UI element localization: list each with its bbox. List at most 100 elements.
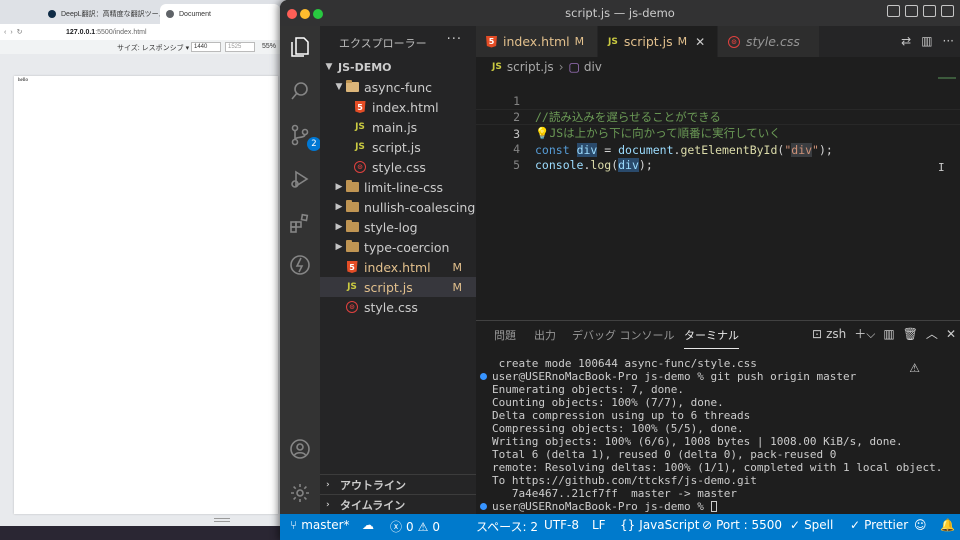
more-actions-icon[interactable]: ··· bbox=[943, 34, 954, 48]
live-server-status[interactable]: ⊘ Port : 5500 bbox=[702, 518, 782, 532]
workspace-root-label: JS-DEMO bbox=[338, 60, 392, 74]
warning-icon: ⚠ bbox=[417, 519, 429, 534]
terminal-cursor bbox=[710, 501, 717, 512]
command-decoration-icon[interactable] bbox=[480, 503, 487, 510]
trash-icon[interactable]: 🗑 bbox=[903, 327, 918, 341]
explorer-icon[interactable] bbox=[287, 34, 313, 60]
chevron-down-icon: ▼ bbox=[325, 62, 333, 72]
browser-tab-document[interactable]: Document bbox=[160, 4, 280, 24]
chevron-right-icon: ▶ bbox=[335, 242, 343, 252]
code-line: 1 //読み込みを遅らせることができる bbox=[476, 77, 960, 124]
code-line: 5 bbox=[476, 141, 960, 172]
resize-handle[interactable] bbox=[214, 518, 230, 522]
url-host: 127.0.0.1 bbox=[66, 28, 96, 36]
encoding-status[interactable]: UTF-8 bbox=[544, 518, 579, 532]
split-editor-icon[interactable]: ▥ bbox=[921, 34, 932, 48]
responsive-size-select[interactable]: サイズ: レスポンシブ ▾ bbox=[117, 43, 189, 53]
tree-item-folder[interactable]: ▶ style-log bbox=[320, 217, 476, 237]
new-terminal-icon[interactable]: ＋⌵ bbox=[854, 325, 875, 342]
extensions-icon[interactable] bbox=[287, 210, 313, 236]
account-icon[interactable] bbox=[287, 436, 313, 462]
source-control-icon[interactable]: 2 bbox=[287, 122, 321, 151]
branch-status[interactable]: ⑂ master* bbox=[290, 518, 350, 532]
command-decoration-icon[interactable] bbox=[480, 373, 487, 380]
modified-badge: M bbox=[677, 35, 688, 48]
timeline-section[interactable]: › タイムライン bbox=[320, 494, 476, 514]
tree-item-folder[interactable]: ▶ limit-line-css bbox=[320, 177, 476, 197]
toggle-sidebar-icon[interactable] bbox=[887, 5, 900, 17]
manage-gear-icon[interactable] bbox=[287, 480, 313, 506]
terminal-icon: ⊡ bbox=[812, 326, 823, 341]
browser-tab-deepl[interactable]: DeepL翻訳：高精度な翻訳ツール bbox=[42, 4, 160, 24]
url-field[interactable]: 127.0.0.1:5500/index.html bbox=[66, 26, 286, 38]
title-bar: script.js — js-demo bbox=[280, 0, 960, 26]
tree-item-file[interactable]: 5 index.html M bbox=[320, 257, 476, 277]
tree-item-file[interactable]: 5 index.html bbox=[320, 97, 476, 117]
terminal-line: create mode 100644 async-func/style.css bbox=[492, 357, 757, 370]
terminal-shell-selector[interactable]: ⊡ zsh bbox=[812, 327, 846, 341]
tree-item-folder[interactable]: ▶ type-coercion bbox=[320, 237, 476, 257]
search-icon[interactable] bbox=[287, 78, 313, 104]
tab-output[interactable]: 出力 bbox=[534, 327, 556, 348]
viewport-width-input[interactable]: 1440 bbox=[191, 42, 221, 52]
tab-script-js[interactable]: JS script.js M ✕ bbox=[598, 26, 718, 57]
tree-item-folder[interactable]: ▶ nullish-coalescing bbox=[320, 197, 476, 217]
tab-problems[interactable]: 問題 bbox=[494, 327, 516, 348]
tab-style-css[interactable]: ⊙ style.css bbox=[718, 26, 820, 57]
minimap[interactable] bbox=[938, 77, 956, 79]
problems-status[interactable]: ⓧ 0 ⚠ 0 bbox=[390, 518, 440, 535]
activity-bar: 2 bbox=[280, 26, 321, 514]
customize-layout-icon[interactable] bbox=[941, 5, 954, 17]
sync-status[interactable]: ☁ bbox=[362, 518, 374, 532]
terminal-line: remote: Resolving deltas: 100% (1/1), co… bbox=[492, 461, 943, 474]
breadcrumb-symbol[interactable]: div bbox=[584, 60, 602, 74]
breadcrumb-file[interactable]: script.js bbox=[507, 60, 554, 74]
live-share-icon[interactable] bbox=[287, 252, 313, 278]
tab-index-html[interactable]: 5 index.html M bbox=[476, 26, 598, 57]
deepl-favicon-icon bbox=[48, 10, 56, 18]
terminal-output[interactable]: create mode 100644 async-func/style.css … bbox=[480, 357, 952, 513]
tab-terminal[interactable]: ターミナル bbox=[684, 327, 739, 349]
code-line-current: 3 const div = document.getElementById("d… bbox=[476, 109, 960, 157]
toggle-secondary-sidebar-icon[interactable] bbox=[923, 5, 936, 17]
nav-arrows-icon[interactable]: ‹›↻ bbox=[0, 28, 27, 36]
prettier-status[interactable]: ✓ Prettier bbox=[850, 518, 908, 532]
tree-item-file[interactable]: ⊙ style.css bbox=[320, 157, 476, 177]
tab-debug-console[interactable]: デバッグ コンソール bbox=[572, 327, 675, 348]
css-file-icon: ⊙ bbox=[728, 35, 740, 48]
viewport-height-input[interactable]: 1525 bbox=[225, 42, 255, 52]
workspace-root[interactable]: ▼ JS-DEMO bbox=[320, 57, 476, 77]
url-path: :5500/index.html bbox=[95, 28, 147, 36]
panel-actions: ⊡ zsh ＋⌵ ▥ 🗑 ︿ ✕ bbox=[812, 325, 956, 342]
layout-controls bbox=[887, 5, 954, 17]
maximize-panel-icon[interactable]: ︿ bbox=[926, 325, 938, 342]
tree-item-label: script.js bbox=[364, 279, 413, 295]
split-terminal-icon[interactable]: ▥ bbox=[883, 327, 894, 341]
spell-status[interactable]: ✓ Spell bbox=[790, 518, 833, 532]
folder-icon bbox=[344, 220, 360, 232]
zoom-level[interactable]: 55% bbox=[262, 43, 276, 50]
tree-item-file-selected[interactable]: JS script.js M bbox=[320, 277, 476, 297]
tree-item-file[interactable]: JS script.js bbox=[320, 137, 476, 157]
eol-status[interactable]: LF bbox=[592, 518, 606, 532]
run-debug-icon[interactable] bbox=[287, 166, 313, 192]
terminal-line: To https://github.com/ttcksf/js-demo.git bbox=[492, 474, 757, 487]
open-changes-icon[interactable]: ⇄ bbox=[901, 34, 911, 48]
close-panel-icon[interactable]: ✕ bbox=[946, 327, 956, 341]
outline-section[interactable]: › アウトライン bbox=[320, 474, 476, 494]
code-editor[interactable]: 1 //読み込みを遅らせることができる 2 💡JSは上から下に向かって順番に実行… bbox=[476, 77, 960, 320]
toggle-panel-icon[interactable] bbox=[905, 5, 918, 17]
language-status[interactable]: {} JavaScript bbox=[620, 518, 699, 532]
language-name: JavaScript bbox=[639, 518, 700, 532]
close-tab-icon[interactable]: ✕ bbox=[695, 35, 705, 49]
tree-item-label: limit-line-css bbox=[364, 179, 443, 195]
notifications-status[interactable]: 🔔 bbox=[940, 518, 955, 532]
indent-status[interactable]: スペース: 2 bbox=[476, 518, 538, 535]
feedback-status[interactable]: ☺ bbox=[914, 518, 927, 532]
tree-item-file[interactable]: JS main.js bbox=[320, 117, 476, 137]
more-actions-icon[interactable]: ··· bbox=[447, 32, 462, 47]
tree-item-folder[interactable]: ▼ async-func bbox=[320, 77, 476, 97]
terminal-line: Writing objects: 100% (6/6), 1008 bytes … bbox=[492, 435, 903, 448]
port-label: Port : 5500 bbox=[716, 518, 783, 532]
tree-item-file[interactable]: ⊙ style.css bbox=[320, 297, 476, 317]
